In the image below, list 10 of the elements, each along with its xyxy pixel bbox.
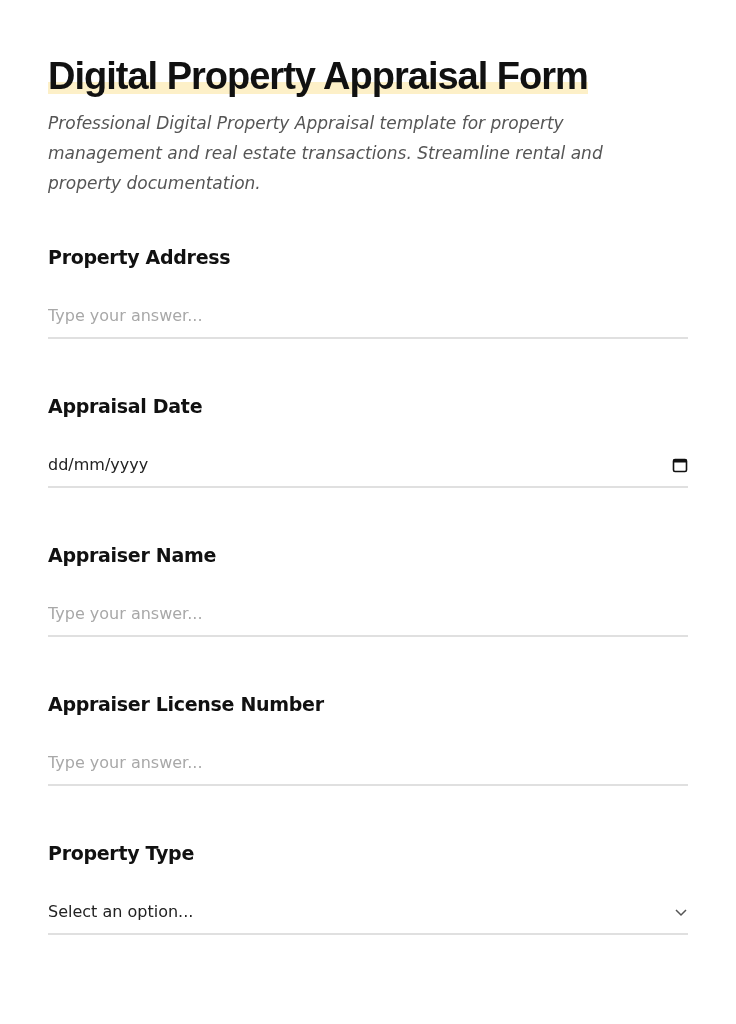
date-field[interactable]: dd/mm/yyyy xyxy=(48,447,688,488)
calendar-icon[interactable] xyxy=(672,456,688,473)
field-label: Property Type xyxy=(48,842,195,864)
field-label: Appraiser Name xyxy=(48,544,217,566)
field-label: Appraisal Date xyxy=(48,395,204,417)
field-label: Appraiser License Number xyxy=(48,693,325,715)
select-dropdown[interactable]: Select an option... xyxy=(48,894,688,935)
chevron-down-icon xyxy=(674,906,688,917)
field-label: Property Address xyxy=(48,246,232,268)
form-description: Professional Digital Property Appraisal template for property management and real estate transactions. Streamline rental and property documentation. xyxy=(48,112,604,195)
